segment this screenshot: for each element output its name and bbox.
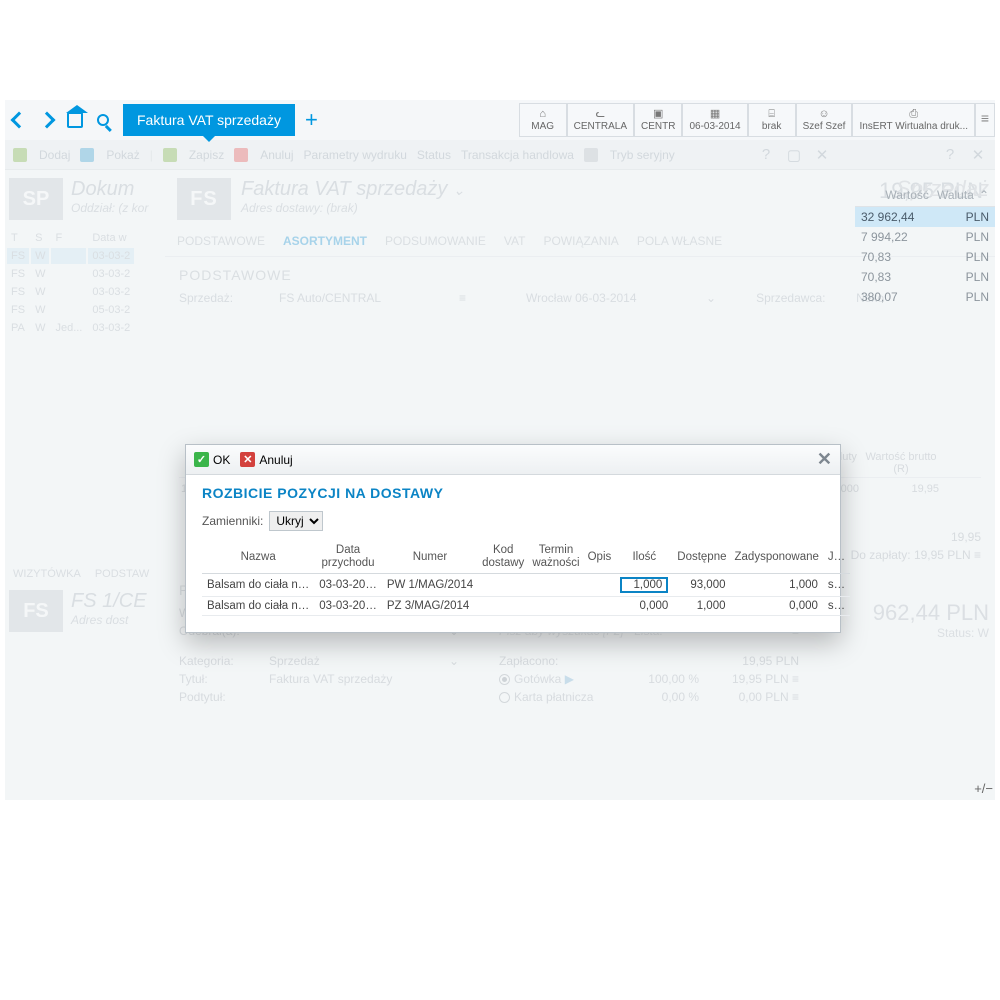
forward-icon[interactable] — [35, 108, 59, 132]
back-icon[interactable] — [7, 108, 31, 132]
delivery-row[interactable]: Balsam do ciała n…03-03-20…PW 1/MAG/2014… — [202, 574, 850, 597]
pill-brak[interactable]: ⌸brak — [748, 103, 796, 137]
right-row[interactable]: 7 994,22PLN — [855, 227, 995, 247]
right-row[interactable]: 70,83PLN — [855, 267, 995, 287]
new-tab-button[interactable]: + — [295, 107, 328, 133]
delivery-row[interactable]: Balsam do ciała n…03-03-20…PZ 3/MAG/2014… — [202, 597, 850, 616]
right-row[interactable]: 380,07PLN — [855, 287, 995, 307]
zoom-indicator[interactable]: +/− — [974, 781, 993, 796]
pill-mag[interactable]: ⌂MAG — [519, 103, 567, 137]
zamienniki-label: Zamienniki: — [202, 514, 263, 528]
tab-active[interactable]: Faktura VAT sprzedaży — [123, 104, 295, 136]
search-icon[interactable] — [91, 108, 115, 132]
pill-centr[interactable]: ▣CENTR — [634, 103, 682, 137]
dialog-ok-button[interactable]: ✓OK — [194, 452, 230, 467]
status-pills: ⌂MAG ᓚCENTRALA ▣CENTR ▦06-03-2014 ⌸brak … — [519, 103, 995, 137]
pill-date[interactable]: ▦06-03-2014 — [682, 103, 747, 137]
right-row[interactable]: 70,83PLN — [855, 247, 995, 267]
pill-centrala[interactable]: ᓚCENTRALA — [567, 103, 634, 137]
home-icon[interactable] — [63, 108, 87, 132]
delivery-table: Nazwa Data przychodu Numer Kod dostawy T… — [202, 541, 850, 616]
menu-icon[interactable]: ≡ — [975, 103, 995, 137]
pill-printer[interactable]: ⎙InsERT Wirtualna druk... — [852, 103, 975, 137]
right-values-panel: WartośćWaluta⌃ 32 962,44PLN 7 994,22PLN … — [855, 184, 995, 307]
dialog-close-icon[interactable]: ✕ — [817, 449, 832, 470]
ilosc-input[interactable]: 1,000 — [620, 577, 668, 593]
right-row[interactable]: 32 962,44PLN — [855, 207, 995, 227]
dialog-cancel-button[interactable]: ✕Anuluj — [240, 452, 292, 467]
dialog-title: ROZBICIE POZYCJI NA DOSTAWY — [202, 485, 824, 501]
delivery-split-dialog: ✓OK ✕Anuluj ✕ ROZBICIE POZYCJI NA DOSTAW… — [185, 444, 841, 633]
top-nav: Faktura VAT sprzedaży + ⌂MAG ᓚCENTRALA ▣… — [5, 100, 995, 140]
pill-user[interactable]: ☺Szef Szef — [796, 103, 853, 137]
zamienniki-select[interactable]: Ukryj — [269, 511, 323, 531]
